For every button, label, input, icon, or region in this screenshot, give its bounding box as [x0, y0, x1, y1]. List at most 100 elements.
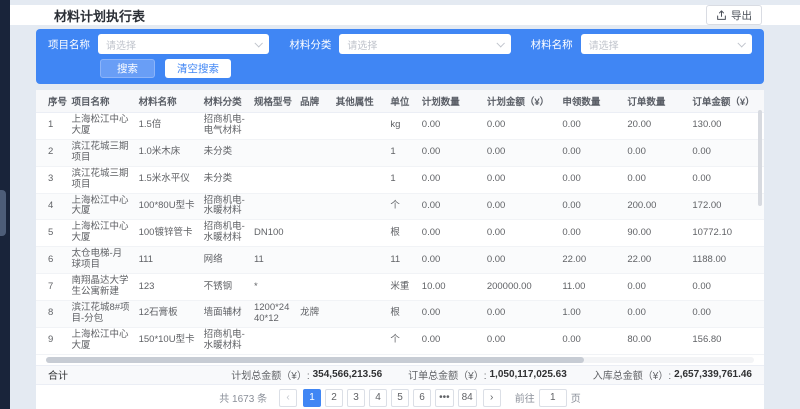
table-cell — [296, 327, 332, 354]
table-cell: 1.0米木床 — [135, 139, 200, 166]
table-cell: 个 — [386, 327, 417, 354]
table-cell — [250, 139, 296, 166]
table-cell: 1 — [386, 166, 417, 193]
table-cell — [296, 193, 332, 220]
table-cell: 1 — [36, 113, 67, 140]
summary-items: 计划总金额（¥）:354,566,213.56 订单总金额（¥）:1,050,11… — [231, 367, 752, 382]
table-cell: 1200*2440*12 — [250, 300, 296, 327]
table-cell: 200.00 — [623, 193, 688, 220]
table-cell: 太仓电梯-月球项目 — [67, 247, 134, 274]
table-cell: 10.00 — [418, 274, 483, 301]
pagination-page-button[interactable]: 1 — [303, 389, 321, 407]
horizontal-scrollbar-thumb[interactable] — [46, 357, 584, 363]
summary-item-label: 订单总金额（¥）: — [408, 367, 486, 382]
table-cell: 111 — [135, 247, 200, 274]
table-cell: 0.00 — [483, 113, 559, 140]
table-cell: 滨江花城三期项目 — [67, 166, 134, 193]
table-cell — [296, 166, 332, 193]
export-button[interactable]: 导出 — [706, 5, 762, 25]
vertical-scrollbar-thumb[interactable] — [758, 110, 762, 206]
column-header: 计划数量 — [418, 90, 483, 113]
table-cell — [250, 113, 296, 140]
table-cell: 172.00 — [688, 193, 764, 220]
table-cell: 根 — [386, 300, 417, 327]
table-cell: 米重 — [386, 274, 417, 301]
table-cell: 招商机电-水暖材料 — [200, 193, 250, 220]
pagination-page-button[interactable]: 3 — [347, 389, 365, 407]
table-cell: 0.00 — [558, 139, 623, 166]
filter-row: 项目名称请选择材料分类请选择材料名称请选择 — [48, 34, 752, 54]
table-cell: 上海松江中心大厦 — [67, 327, 134, 354]
pagination-page-button[interactable]: 84 — [458, 389, 477, 407]
table-cell: 0.00 — [688, 300, 764, 327]
table-cell: 0.00 — [483, 300, 559, 327]
vertical-scrollbar[interactable] — [758, 110, 762, 348]
pagination-page-button[interactable]: 4 — [369, 389, 387, 407]
table-cell: 0.00 — [418, 220, 483, 247]
table-cell: 1.00 — [558, 300, 623, 327]
table-cell: 0.00 — [558, 327, 623, 354]
table-cell: 招商机电-水暖材料 — [200, 327, 250, 354]
summary-item: 计划总金额（¥）:354,566,213.56 — [231, 367, 382, 382]
clear-search-button[interactable]: 清空搜索 — [165, 59, 231, 78]
table-cell: 10772.10 — [688, 220, 764, 247]
column-header: 材料分类 — [200, 90, 250, 113]
table-cell: 0.00 — [418, 327, 483, 354]
pagination-ellipsis[interactable]: ••• — [435, 389, 454, 407]
filter-select-2[interactable]: 请选择 — [581, 34, 752, 54]
table-cell: 招商机电-电气材料 — [200, 113, 250, 140]
table-row: 4上海松江中心大厦100*80U型卡招商机电-水暖材料个0.000.000.00… — [36, 193, 764, 220]
table-cell: 1.5倍 — [135, 113, 200, 140]
search-button[interactable]: 搜索 — [100, 59, 155, 78]
table-row: 7南翔晶达大学生公寓新建123不锈钢*米重10.00200000.0011.00… — [36, 274, 764, 301]
chevron-down-icon — [255, 39, 263, 47]
column-header: 品牌 — [296, 90, 332, 113]
pagination-prev-button[interactable]: ‹ — [279, 389, 297, 407]
page: 材料计划执行表 导出 项目名称请选择材料分类请选择材料名称请选择 搜索 清空搜索 — [0, 0, 800, 409]
materials-table: 序号项目名称材料名称材料分类规格型号品牌其他属性单位计划数量计划金额（¥）申领数… — [36, 90, 764, 355]
pagination-next-button[interactable]: › — [483, 389, 501, 407]
table-cell: 0.00 — [418, 300, 483, 327]
table-cell: 100镀锌管卡 — [135, 220, 200, 247]
table-row: 8滨江花城8#项目-分包12石膏板墙面辅材1200*2440*12龙牌根0.00… — [36, 300, 764, 327]
column-header: 材料名称 — [135, 90, 200, 113]
summary-item: 订单总金额（¥）:1,050,117,025.63 — [408, 367, 567, 382]
sidebar-toggle-handle[interactable] — [0, 190, 6, 236]
filter-select-1[interactable]: 请选择 — [339, 34, 510, 54]
table-cell — [296, 139, 332, 166]
horizontal-scrollbar[interactable] — [46, 357, 754, 363]
pagination-page-button[interactable]: 6 — [413, 389, 431, 407]
table-cell: 0.00 — [483, 193, 559, 220]
table-row: 3滨江花城三期项目1.5米水平仪未分类10.000.000.000.000.00 — [36, 166, 764, 193]
table-cell: 不锈钢 — [200, 274, 250, 301]
export-button-label: 导出 — [731, 8, 752, 23]
table-cell — [332, 274, 387, 301]
table-cell: 0.00 — [623, 166, 688, 193]
collapsed-sidebar[interactable] — [0, 0, 10, 409]
table-cell: 22.00 — [623, 247, 688, 274]
table-cell — [332, 247, 387, 274]
table-cell: 0.00 — [688, 139, 764, 166]
table-cell: 1 — [386, 139, 417, 166]
pagination-page-button[interactable]: 5 — [391, 389, 409, 407]
pagination-page-button[interactable]: 2 — [325, 389, 343, 407]
table-cell: 0.00 — [483, 327, 559, 354]
table-cell: 未分类 — [200, 139, 250, 166]
column-header: 申领数量 — [558, 90, 623, 113]
top-bar: 材料计划执行表 导出 — [10, 5, 800, 25]
summary-item: 入库总金额（¥）:2,657,339,761.46 — [593, 367, 752, 382]
table-cell: 1.5米水平仪 — [135, 166, 200, 193]
table-cell — [332, 166, 387, 193]
table-cell: 22.00 — [558, 247, 623, 274]
table-cell — [250, 327, 296, 354]
table-cell: 123 — [135, 274, 200, 301]
page-jump-input[interactable] — [539, 389, 567, 407]
table-cell: 0.00 — [483, 220, 559, 247]
table-cell: 2 — [36, 139, 67, 166]
table-row: 2滨江花城三期项目1.0米木床未分类10.000.000.000.000.00 — [36, 139, 764, 166]
table-cell — [296, 220, 332, 247]
filter-label: 项目名称 — [48, 37, 90, 52]
filter-select-0[interactable]: 请选择 — [98, 34, 269, 54]
table-cell: 0.00 — [558, 113, 623, 140]
table-cell: 根 — [386, 220, 417, 247]
